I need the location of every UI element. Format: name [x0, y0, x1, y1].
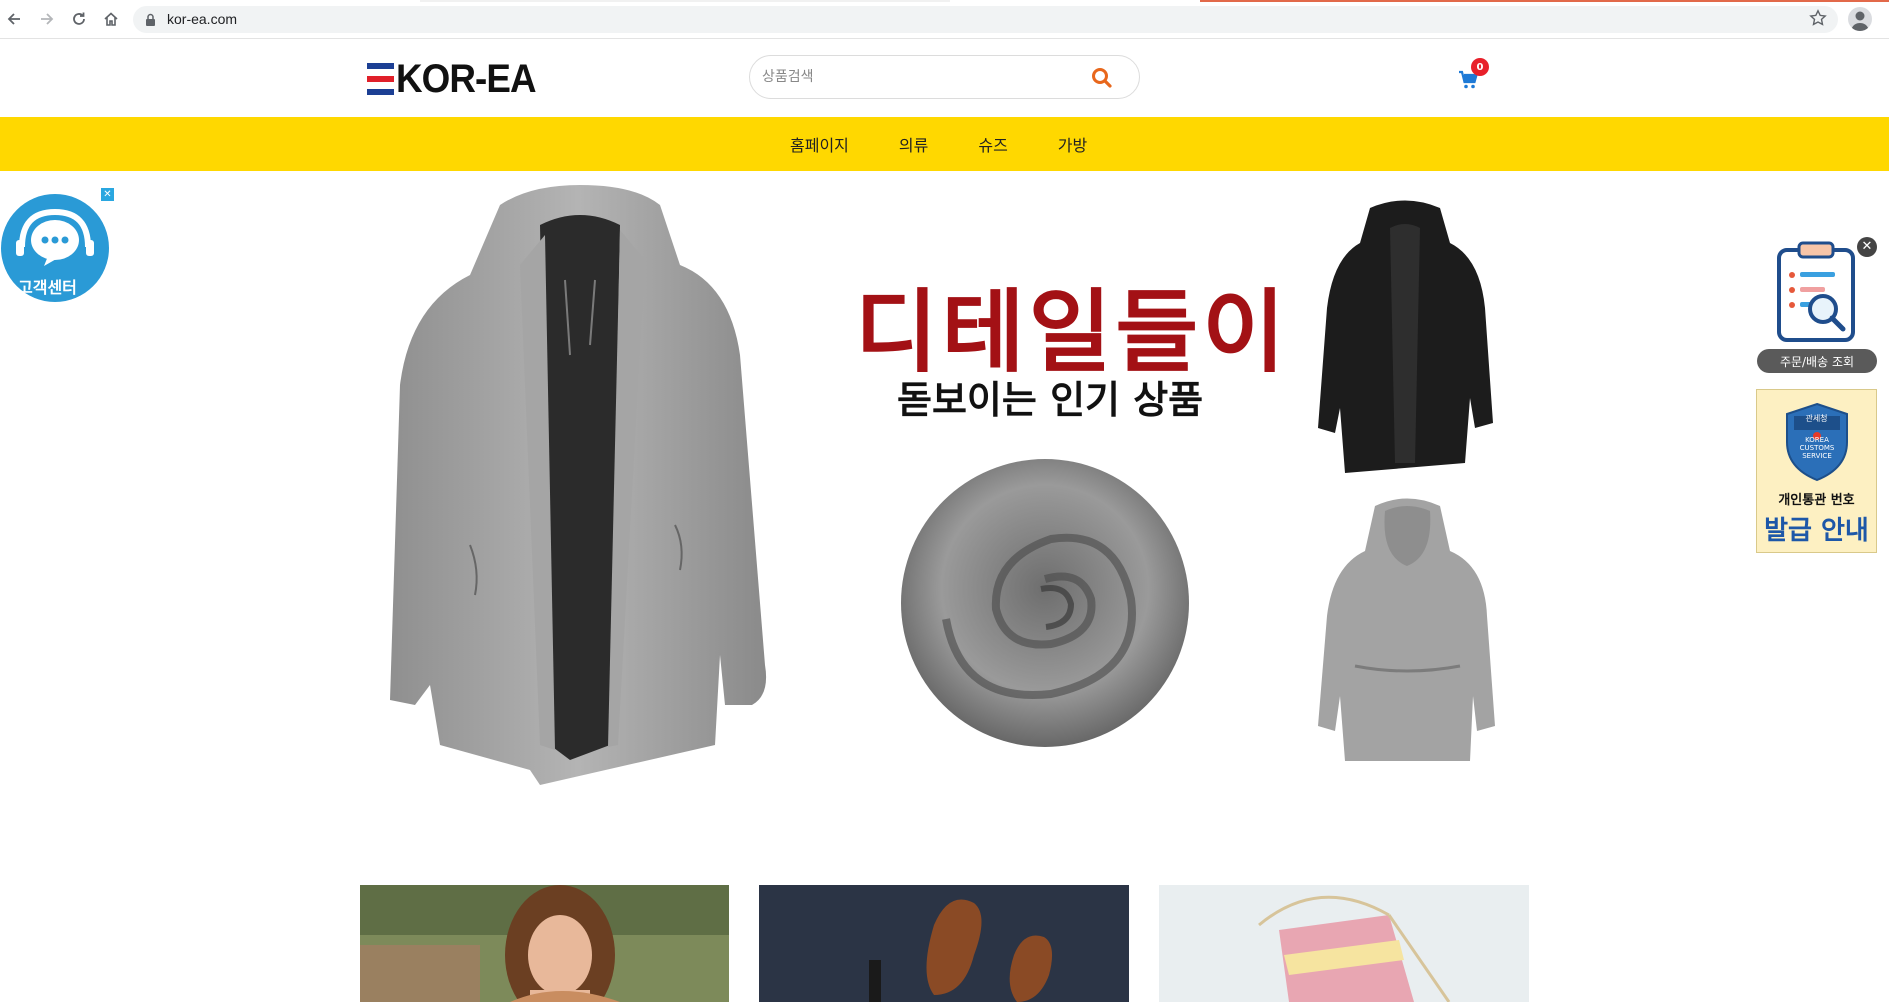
order-lookup-close-icon[interactable]: ✕: [1857, 237, 1877, 257]
clipboard-search-icon: [1777, 241, 1855, 342]
search-icon[interactable]: [1091, 67, 1115, 89]
customer-center-widget[interactable]: 고객센터: [0, 192, 110, 304]
black-cardigan-image: [1318, 200, 1493, 473]
gray-hoodie-back-image: [1318, 498, 1495, 761]
browser-toolbar: kor-ea.com: [0, 0, 1889, 39]
nav-item-bags[interactable]: 가방: [1058, 132, 1087, 156]
star-icon[interactable]: [1809, 9, 1827, 31]
site-logo[interactable]: KOR-EA: [367, 57, 548, 101]
logo-text: KOR-EA: [396, 57, 537, 101]
tab-strip-accent: [1200, 0, 1889, 2]
reload-icon[interactable]: [68, 8, 90, 30]
customs-seal-english: KOREA CUSTOMS SERVICE: [1799, 436, 1835, 460]
nav-item-clothing[interactable]: 의류: [899, 132, 928, 156]
product-tile-woman[interactable]: [360, 885, 729, 1002]
hero-banner[interactable]: 디테일들이 돋보이는 인기 상품: [360, 171, 1530, 831]
nav-item-shoes[interactable]: 슈즈: [978, 132, 1007, 156]
customs-seal-label: 관세청: [1805, 414, 1828, 423]
gray-cardigan-image: [390, 185, 767, 785]
order-lookup-label[interactable]: 주문/배송 조회: [1757, 349, 1877, 373]
fabric-closeup-image: [901, 459, 1189, 747]
search-input[interactable]: [762, 66, 1082, 88]
url-text: kor-ea.com: [167, 11, 238, 27]
product-tile-bag[interactable]: [1159, 885, 1529, 1002]
customs-line2: 발급 안내: [1764, 516, 1869, 546]
flag-icon: [367, 62, 394, 96]
customs-line1: 개인통관 번호: [1778, 493, 1855, 508]
lock-icon: [145, 12, 156, 31]
nav-item-home[interactable]: 홈페이지: [790, 132, 849, 156]
customs-notice-banner[interactable]: 관세청 KOREA CUSTOMS SERVICE 개인통관 번호 발급 안내: [1756, 389, 1877, 553]
main-nav: 홈페이지 의류 슈즈 가방: [0, 117, 1889, 171]
profile-icon[interactable]: [1848, 7, 1872, 31]
forward-icon[interactable]: [36, 8, 58, 30]
site-header: KOR-EA 0: [0, 39, 1889, 117]
pink-bag-image: [1159, 885, 1529, 1002]
cart-button[interactable]: 0: [1458, 58, 1494, 95]
cart-count-badge: 0: [1471, 58, 1489, 76]
hero-subtitle: 돋보이는 인기 상품: [897, 378, 1204, 422]
customer-center-label: 고객센터: [18, 278, 77, 297]
home-icon[interactable]: [100, 8, 122, 30]
customer-center-close-icon[interactable]: ✕: [101, 188, 114, 201]
product-tile-shoes[interactable]: [759, 885, 1129, 1002]
woman-portrait-image: [360, 885, 729, 1002]
brown-shoes-image: [759, 885, 1129, 1002]
search-box: [749, 55, 1140, 99]
back-icon[interactable]: [3, 8, 25, 30]
tab-strip-edge: [420, 0, 950, 2]
address-bar[interactable]: kor-ea.com: [133, 6, 1838, 33]
